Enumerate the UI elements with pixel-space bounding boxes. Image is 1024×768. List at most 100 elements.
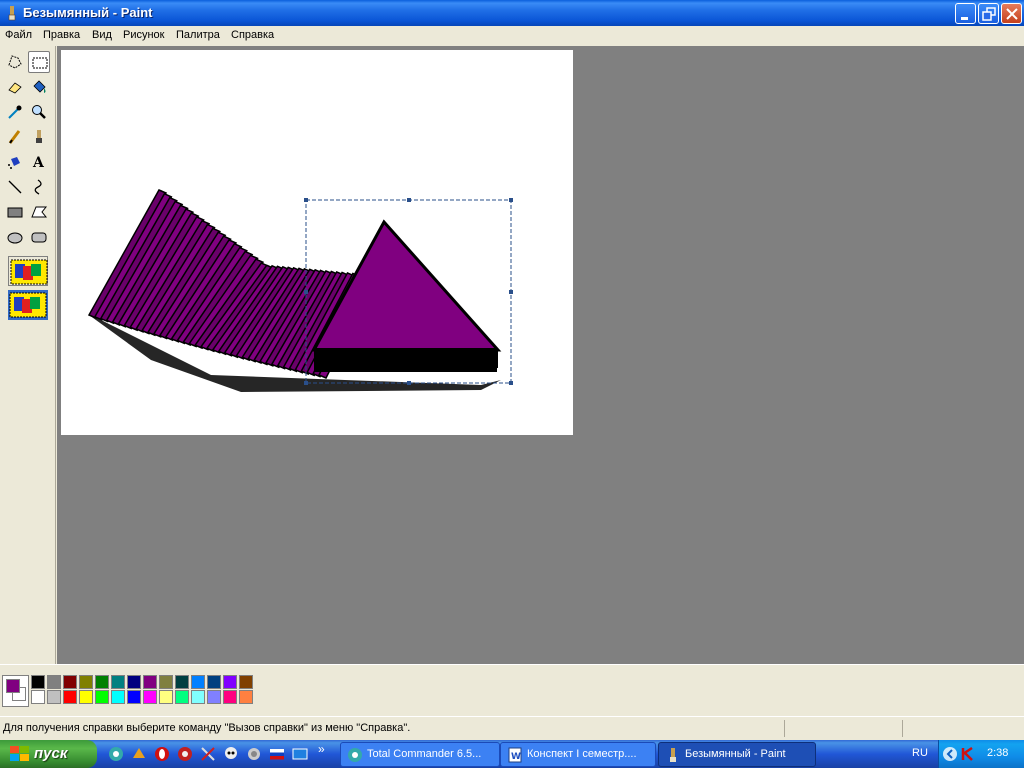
palette-swatch[interactable] (127, 675, 141, 689)
task-label: Конспект I семестр.... (527, 748, 637, 760)
status-divider (902, 720, 903, 737)
palette-swatch[interactable] (143, 675, 157, 689)
palette-swatch[interactable] (191, 675, 205, 689)
flag-quicklaunch-icon[interactable] (269, 746, 285, 762)
magnifier-icon (32, 105, 46, 119)
palette-swatch[interactable] (79, 690, 93, 704)
opaque-option-icon (10, 259, 48, 285)
palette-swatch[interactable] (31, 675, 45, 689)
curve-tool[interactable] (28, 176, 50, 198)
palette-swatch[interactable] (95, 690, 109, 704)
tray-expand-icon[interactable] (942, 746, 958, 762)
task-total-commander[interactable]: Total Commander 6.5... (340, 742, 500, 767)
text-icon: A (32, 155, 45, 171)
palette-swatch[interactable] (191, 690, 205, 704)
kaspersky-icon[interactable] (960, 746, 976, 762)
menu-bar: Файл Правка Вид Рисунок Палитра Справка (0, 26, 1024, 45)
palette-swatch[interactable] (207, 675, 221, 689)
winamp-quicklaunch-icon[interactable] (131, 746, 147, 762)
restore-icon (982, 7, 996, 21)
palette-swatch[interactable] (207, 690, 221, 704)
taskbar: пуск » Total Commander 6.5... W Конспект… (0, 740, 1024, 768)
palette-swatch[interactable] (47, 675, 61, 689)
rounded-rect-tool[interactable] (28, 226, 50, 248)
svg-text:A: A (32, 155, 45, 171)
drawing-canvas[interactable] (61, 50, 573, 435)
rect-select-tool[interactable] (28, 51, 50, 73)
palette-swatch[interactable] (223, 690, 237, 704)
pencil-tool[interactable] (4, 126, 26, 148)
rectangle-icon (7, 207, 23, 218)
palette-swatch[interactable] (143, 690, 157, 704)
brush-tool[interactable] (28, 126, 50, 148)
total-commander-icon (348, 748, 362, 762)
restore-button[interactable] (978, 3, 999, 24)
language-indicator[interactable]: RU (912, 747, 928, 759)
windows-logo-icon (10, 746, 29, 761)
network-quicklaunch-icon[interactable] (246, 746, 262, 762)
opaque-selection-option[interactable] (8, 256, 48, 286)
opera-quicklaunch-icon[interactable] (154, 746, 170, 762)
free-select-tool[interactable] (4, 51, 26, 73)
palette-swatch[interactable] (175, 675, 189, 689)
task-paint[interactable]: Безымянный - Paint (658, 742, 816, 767)
line-tool[interactable] (4, 176, 26, 198)
palette-swatch[interactable] (95, 675, 109, 689)
transparent-selection-option[interactable] (8, 290, 48, 320)
tools-quicklaunch-icon[interactable] (200, 746, 216, 762)
palette-swatch[interactable] (63, 690, 77, 704)
color-palette (0, 664, 1024, 714)
task-word-document[interactable]: W Конспект I семестр.... (500, 742, 656, 767)
skull-quicklaunch-icon[interactable] (223, 746, 239, 762)
total-commander-quicklaunch-icon[interactable] (108, 746, 124, 762)
start-button[interactable]: пуск (0, 740, 97, 768)
palette-swatch[interactable] (47, 690, 61, 704)
menu-file[interactable]: Файл (5, 29, 32, 41)
menu-help[interactable]: Справка (231, 29, 274, 41)
palette-swatch[interactable] (111, 675, 125, 689)
rounded-rect-icon (31, 232, 47, 243)
palette-swatch[interactable] (63, 675, 77, 689)
color-picker-icon (8, 105, 22, 119)
palette-swatch[interactable] (79, 675, 93, 689)
palette-swatch[interactable] (127, 690, 141, 704)
eraser-icon (8, 82, 22, 94)
magnifier-tool[interactable] (28, 101, 50, 123)
palette-swatch[interactable] (223, 675, 237, 689)
minimize-button[interactable] (955, 3, 976, 24)
brush-icon (36, 130, 42, 143)
curve-icon (34, 179, 42, 195)
paint-window: Безымянный - Paint Файл Правка Вид Рисун… (0, 0, 1024, 740)
palette-swatch[interactable] (159, 690, 173, 704)
rectangle-tool[interactable] (4, 201, 26, 223)
palette-swatch[interactable] (159, 675, 173, 689)
airbrush-tool[interactable] (4, 151, 26, 173)
palette-swatch[interactable] (175, 690, 189, 704)
palette-swatch[interactable] (239, 690, 253, 704)
palette-swatch[interactable] (111, 690, 125, 704)
desktop-quicklaunch-icon[interactable] (292, 746, 308, 762)
ellipse-tool[interactable] (4, 226, 26, 248)
clock: 2:38 (987, 747, 1009, 759)
title-bar[interactable]: Безымянный - Paint (0, 0, 1024, 26)
free-select-icon (8, 55, 22, 69)
polygon-tool[interactable] (28, 201, 50, 223)
window-title: Безымянный - Paint (23, 5, 153, 20)
eraser-tool[interactable] (4, 76, 26, 98)
browser-quicklaunch-icon[interactable] (177, 746, 193, 762)
menu-edit[interactable]: Правка (43, 29, 80, 41)
color-picker-tool[interactable] (4, 101, 26, 123)
status-help-text: Для получения справки выберите команду "… (3, 722, 411, 734)
menu-colors[interactable]: Палитра (176, 29, 220, 41)
start-label: пуск (34, 745, 68, 762)
text-tool[interactable]: A (28, 151, 50, 173)
menu-view[interactable]: Вид (92, 29, 112, 41)
fill-tool[interactable] (28, 76, 50, 98)
toolbox: A (0, 46, 56, 664)
quicklaunch-more[interactable]: » (318, 742, 325, 756)
close-icon (1006, 8, 1018, 20)
menu-image[interactable]: Рисунок (123, 29, 165, 41)
palette-swatch[interactable] (239, 675, 253, 689)
close-button[interactable] (1001, 3, 1022, 24)
palette-swatch[interactable] (31, 690, 45, 704)
